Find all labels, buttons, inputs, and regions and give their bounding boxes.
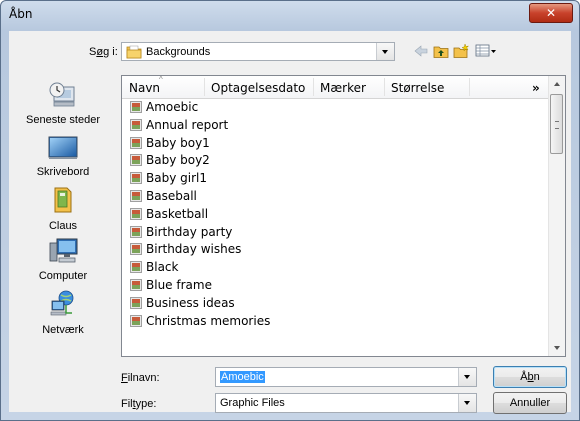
file-name: Basketball xyxy=(146,206,209,221)
file-row[interactable]: Baby boy2 xyxy=(122,151,550,169)
cancel-button[interactable]: Annuller xyxy=(493,392,567,414)
filetype-combobox[interactable]: Graphic Files xyxy=(215,393,477,413)
filename-label: Filnavn: xyxy=(121,372,160,384)
back-arrow-icon[interactable] xyxy=(413,43,429,59)
grip-icon xyxy=(555,121,559,129)
image-file-icon xyxy=(130,207,142,220)
place-label: Claus xyxy=(48,220,78,232)
file-name: Business ideas xyxy=(146,295,235,310)
filetype-value: Graphic Files xyxy=(220,397,285,409)
new-folder-icon[interactable] xyxy=(453,43,469,59)
file-row[interactable]: Baby boy1 xyxy=(122,134,550,152)
file-name: Black xyxy=(146,260,179,275)
image-file-icon xyxy=(130,243,142,256)
image-file-icon xyxy=(130,190,142,202)
place-label: Computer xyxy=(38,270,88,282)
file-list-view[interactable]: Navn ^ Optagelsesdato Mærker Størrelse »… xyxy=(121,75,566,357)
image-file-icon xyxy=(130,101,142,113)
user-folder-icon xyxy=(54,187,72,213)
scrollbar-thumb[interactable] xyxy=(550,94,563,154)
look-in-dropdown-button[interactable] xyxy=(376,43,394,60)
dialog-client-area: Søg i: Backgrounds Seneste steder Skrive… xyxy=(9,31,571,414)
file-row[interactable]: Birthday party xyxy=(122,223,550,241)
column-divider[interactable] xyxy=(313,78,314,96)
file-row[interactable]: Annual report xyxy=(122,116,550,134)
file-name: Christmas memories xyxy=(146,313,271,328)
file-name: Birthday wishes xyxy=(146,242,242,257)
column-divider[interactable] xyxy=(469,78,470,96)
look-in-value: Backgrounds xyxy=(146,46,211,58)
network-icon xyxy=(50,290,74,316)
computer-icon xyxy=(49,238,78,263)
up-folder-icon[interactable] xyxy=(433,43,449,59)
window-title: Åbn xyxy=(9,7,33,21)
file-row[interactable]: Business ideas xyxy=(122,294,550,312)
file-row[interactable]: Baby girl1 xyxy=(122,169,550,187)
places-bar: Seneste steder Skrivebord Claus Computer… xyxy=(9,75,117,345)
image-file-icon xyxy=(130,279,142,291)
column-header-name[interactable]: Navn xyxy=(129,81,160,95)
image-file-icon xyxy=(130,314,142,327)
file-name: Birthday party xyxy=(146,224,233,239)
place-label: Skrivebord xyxy=(36,166,90,178)
column-header-date-taken[interactable]: Optagelsesdato xyxy=(211,81,305,95)
image-file-icon xyxy=(130,154,142,167)
place-label: Seneste steder xyxy=(26,114,100,126)
scroll-up-arrow-icon[interactable] xyxy=(549,76,565,92)
column-divider[interactable] xyxy=(204,78,205,96)
vertical-scrollbar[interactable] xyxy=(548,76,565,356)
file-name: Baby boy2 xyxy=(146,153,210,168)
file-name: Annual report xyxy=(146,117,229,132)
image-file-icon xyxy=(130,172,142,185)
file-name: Baby girl1 xyxy=(146,171,207,186)
image-file-icon xyxy=(130,136,142,149)
file-row[interactable]: Amoebic xyxy=(122,98,550,116)
file-row[interactable]: Blue frame xyxy=(122,276,550,294)
file-name: Amoebic xyxy=(146,100,199,114)
filetype-dropdown-button[interactable] xyxy=(458,394,476,412)
file-row[interactable]: Birthday wishes xyxy=(122,240,550,258)
place-computer[interactable]: Computer xyxy=(9,237,117,282)
column-header-size[interactable]: Størrelse xyxy=(391,81,444,95)
file-row[interactable]: Basketball xyxy=(122,205,550,223)
place-label: Netværk xyxy=(42,324,84,336)
more-columns-chevron-icon[interactable]: » xyxy=(532,81,540,95)
file-row[interactable]: Christmas memories xyxy=(122,312,550,330)
image-file-icon xyxy=(130,225,142,238)
title-bar[interactable]: Åbn ✕ xyxy=(1,1,579,27)
open-dialog-window: Åbn ✕ Søg i: Backgrounds Seneste steder … xyxy=(0,0,580,421)
image-file-icon xyxy=(130,261,142,274)
filename-dropdown-button[interactable] xyxy=(458,368,476,386)
look-in-label: Søg i: xyxy=(89,46,118,58)
column-header-tags[interactable]: Mærker xyxy=(320,81,366,95)
recent-places-icon xyxy=(49,82,75,107)
filetype-label: Filtype: xyxy=(121,398,157,410)
open-button[interactable]: Åbn xyxy=(493,366,567,388)
sort-ascending-icon: ^ xyxy=(159,75,163,84)
look-in-combobox[interactable]: Backgrounds xyxy=(121,42,395,61)
file-name: Baseball xyxy=(146,188,197,203)
scroll-down-arrow-icon[interactable] xyxy=(549,340,565,356)
column-divider[interactable] xyxy=(384,78,385,96)
image-file-icon xyxy=(130,118,142,131)
file-row[interactable]: Baseball xyxy=(122,187,550,205)
desktop-icon xyxy=(48,136,78,159)
file-rows: Amoebic Annual report Baby boy1 Baby boy2 Ba… xyxy=(122,98,550,329)
filename-input[interactable]: Amoebic xyxy=(220,371,265,383)
place-network[interactable]: Netværk xyxy=(9,289,117,336)
place-desktop[interactable]: Skrivebord xyxy=(9,135,117,178)
place-user-folder[interactable]: Claus xyxy=(9,185,117,232)
file-name: Blue frame xyxy=(146,277,212,292)
views-menu-icon[interactable] xyxy=(475,43,497,59)
filename-combobox[interactable]: Amoebic xyxy=(215,367,477,387)
folder-icon xyxy=(126,45,142,59)
close-button[interactable]: ✕ xyxy=(529,3,573,23)
file-row[interactable]: Black xyxy=(122,258,550,276)
file-name: Baby boy1 xyxy=(146,135,210,150)
filename-value: Amoebic xyxy=(220,371,265,383)
column-headers: Navn ^ Optagelsesdato Mærker Størrelse » xyxy=(122,76,550,99)
place-recent-places[interactable]: Seneste steder xyxy=(9,81,117,126)
image-file-icon xyxy=(130,296,142,309)
